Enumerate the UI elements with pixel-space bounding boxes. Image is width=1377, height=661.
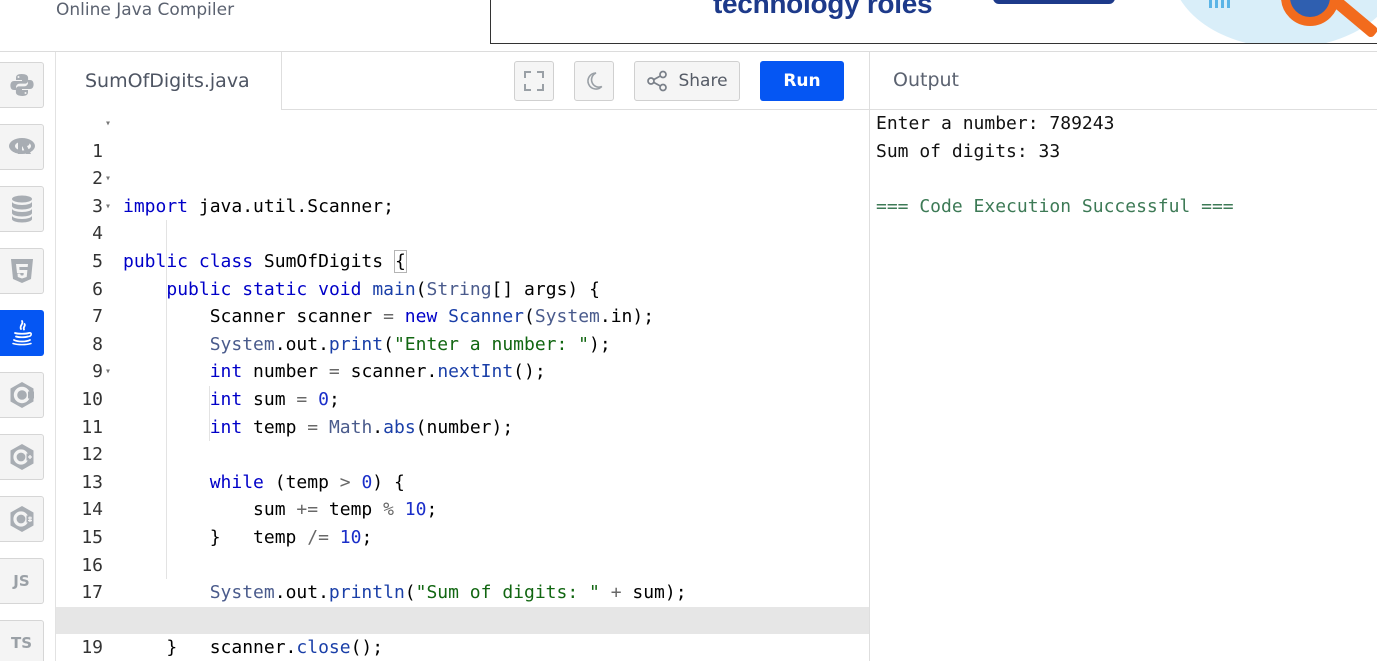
code-line: 7 int number = scanner.nextInt(); — [56, 275, 869, 382]
code-line: 11 sum += temp % 10; — [56, 385, 869, 520]
fold-arrow-icon[interactable]: ▾ — [105, 358, 111, 386]
fold-arrow-icon[interactable]: ▾ — [105, 110, 111, 138]
share-label: Share — [678, 71, 728, 91]
editor-toolbar: SumOfDigits.java Share Run — [56, 52, 869, 110]
output-line: Sum of digits: 33 — [876, 140, 1061, 162]
java-icon — [11, 320, 32, 346]
code-line: 5 Scanner scanner = new Scanner(System.i… — [56, 220, 869, 327]
advertisement-banner[interactable]: technology roles — [490, 0, 1377, 44]
code-line: 14 — [56, 468, 869, 520]
code-line-current: 19 } — [56, 606, 869, 658]
code-line: 12 temp /= 10; — [56, 413, 869, 548]
sidebar-item-python[interactable] — [0, 62, 44, 108]
code-line: 6 System.out.print("Enter a number: "); — [56, 247, 869, 355]
file-tab[interactable]: SumOfDigits.java — [56, 52, 282, 110]
code-line: 13 } — [56, 441, 869, 548]
run-button[interactable]: Run — [760, 61, 844, 101]
fold-arrow-icon[interactable]: ▾ — [105, 165, 111, 193]
top-bar: Online Java Compiler technology roles — [0, 0, 1377, 52]
code-line: 16 — [56, 523, 869, 576]
output-line: Enter a number: 789243 — [876, 113, 1115, 134]
code-line: 9 int temp = Math.abs(number); — [56, 330, 869, 438]
cpp-icon — [10, 444, 33, 470]
code-line: 10 ▾ while (temp > 0) { — [56, 358, 869, 493]
code-line: 17 scanner.close(); — [56, 551, 869, 658]
csharp-icon — [10, 506, 33, 532]
code-line: 18 } — [56, 579, 869, 659]
html5-icon — [10, 259, 33, 283]
ad-headline: technology roles — [713, 0, 933, 19]
javascript-icon: JS — [13, 572, 30, 590]
moon-icon — [587, 72, 603, 90]
sidebar-item-javascript[interactable]: JS — [0, 558, 44, 604]
execution-status: === Code Execution Successful === — [876, 195, 1234, 217]
code-editor[interactable]: 1 ▾ import java.util.Scanner; 2 3 ▾ publ… — [56, 110, 869, 661]
c-icon — [10, 382, 34, 408]
site-subtitle: Online Java Compiler — [56, 0, 235, 20]
sidebar-item-html[interactable] — [0, 248, 44, 294]
ad-button-shape — [993, 0, 1115, 4]
typescript-icon: TS — [10, 634, 33, 652]
sidebar-item-typescript[interactable]: TS — [0, 620, 44, 661]
code-line: 2 — [56, 138, 869, 189]
dark-mode-button[interactable] — [574, 61, 614, 101]
fullscreen-button[interactable] — [514, 61, 554, 101]
r-icon — [8, 138, 35, 154]
code-line: 8 int sum = 0; — [56, 303, 869, 410]
ad-bars-graphic — [1209, 0, 1249, 8]
python-icon — [9, 74, 34, 96]
code-line: 4 ▾ public static void main(String[] arg… — [56, 193, 869, 300]
sql-database-icon — [11, 195, 32, 223]
fold-arrow-icon[interactable]: ▾ — [105, 193, 111, 221]
share-icon — [647, 70, 668, 92]
code-line: 1 ▾ import java.util.Scanner; — [56, 110, 869, 217]
code-line: 20 — [56, 634, 869, 661]
output-console: Enter a number: 789243 Sum of digits: 33… — [869, 110, 1377, 661]
sidebar-item-csharp[interactable] — [0, 496, 44, 542]
sidebar-item-sql[interactable] — [0, 186, 44, 232]
output-title: Output — [869, 52, 1377, 110]
sidebar-item-r[interactable] — [0, 124, 44, 170]
fullscreen-icon — [524, 71, 544, 91]
sidebar-item-java[interactable] — [0, 310, 44, 356]
code-line: 3 ▾ public class SumOfDigits { — [56, 165, 869, 273]
share-button[interactable]: Share — [634, 61, 740, 101]
sidebar-item-c[interactable] — [0, 372, 44, 418]
code-line: 15 System.out.println("Sum of digits: " … — [56, 496, 869, 603]
language-sidebar: JS TS — [0, 52, 56, 661]
sidebar-item-cpp[interactable] — [0, 434, 44, 480]
